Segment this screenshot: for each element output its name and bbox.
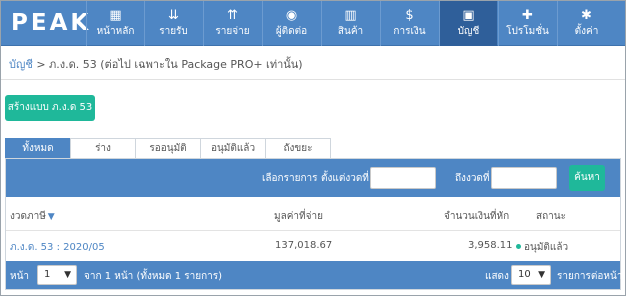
show-label: แสดง bbox=[485, 271, 509, 282]
nav-item-label: การเงิน bbox=[393, 26, 426, 37]
filter-select-label: เลือกรายการ bbox=[262, 173, 318, 184]
breadcrumb: บัญชี > ภ.ง.ด. 53 (ต่อไป เฉพาะใน Package… bbox=[9, 55, 303, 73]
status-badge: อนุมัติแล้ว bbox=[516, 240, 568, 255]
breadcrumb-accounting-link[interactable]: บัญชี bbox=[9, 58, 33, 71]
divider bbox=[1, 79, 625, 80]
nav-item-label: โปรโมชั่น bbox=[506, 26, 549, 37]
per-page-value: 10 bbox=[518, 269, 531, 280]
nav-item-products[interactable]: ▥ สินค้า bbox=[321, 1, 379, 46]
page-label: หน้า bbox=[10, 271, 30, 282]
money-icon: $ bbox=[405, 8, 414, 23]
breadcrumb-current: ภ.ง.ด. 53 (ต่อไป เฉพาะใน Package PRO+ เท… bbox=[49, 58, 303, 71]
nav-item-expense[interactable]: ⇈ รายจ่าย bbox=[203, 1, 261, 46]
status-label: อนุมัติแล้ว bbox=[524, 242, 569, 253]
pagination-summary: จาก 1 หน้า (ทั้งหมด 1 รายการ) bbox=[84, 271, 223, 282]
table-row[interactable]: ภ.ง.ด. 53 : 2020/05 137,018.67 3,958.11 … bbox=[6, 231, 620, 261]
withheld-header: จำนวนเงินที่หัก bbox=[444, 211, 510, 222]
product-icon: ▥ bbox=[344, 8, 357, 23]
nav-item-income[interactable]: ⇊ รายรับ bbox=[144, 1, 202, 46]
app-window: PEAK ▦ หน้าหลัก ⇊ รายรับ ⇈ รายจ่าย ◉ ผู้… bbox=[0, 0, 626, 296]
from-period-input[interactable] bbox=[370, 167, 436, 189]
chevron-down-icon: ▼ bbox=[47, 212, 55, 222]
briefcase-icon: ▣ bbox=[462, 8, 475, 23]
period-link[interactable]: ภ.ง.ด. 53 : 2020/05 bbox=[10, 240, 105, 255]
status-dot-icon bbox=[516, 243, 521, 249]
peak-logo[interactable]: PEAK bbox=[11, 10, 91, 36]
per-page-select[interactable]: 10 ▼ bbox=[511, 265, 551, 285]
income-icon: ⇊ bbox=[168, 8, 179, 23]
tab-awaiting-approval[interactable]: รออนุมัติ bbox=[135, 138, 201, 158]
tab-all[interactable]: ทั้งหมด bbox=[5, 138, 71, 159]
nav-item-accounting[interactable]: ▣ บัญชี bbox=[439, 1, 497, 46]
create-pnd53-button[interactable]: สร้างแบบ ภ.ง.ด 53 bbox=[5, 95, 95, 121]
pagination-bar: หน้า 1 ▼ จาก 1 หน้า (ทั้งหมด 1 รายการ) แส… bbox=[6, 261, 623, 289]
tab-draft[interactable]: ร่าง bbox=[70, 138, 136, 158]
nav-item-label: รายจ่าย bbox=[215, 26, 250, 37]
nav-item-settings[interactable]: ✱ ตั้งค่า bbox=[557, 1, 615, 46]
status-header: สถานะ bbox=[536, 211, 566, 222]
contact-icon: ◉ bbox=[285, 8, 298, 23]
chevron-down-icon: ▼ bbox=[538, 270, 545, 280]
document-list-panel: เลือกรายการ ตั้งแต่งวดที่ ถึงงวดที่ ค้นห… bbox=[5, 158, 623, 290]
tab-trash[interactable]: ถังขยะ bbox=[265, 138, 331, 158]
search-button[interactable]: ค้นหา bbox=[569, 165, 605, 191]
grid-icon: ▦ bbox=[109, 8, 122, 23]
chevron-down-icon: ▼ bbox=[64, 270, 71, 280]
gear-icon: ✱ bbox=[581, 8, 592, 23]
nav-item-finance[interactable]: $ การเงิน bbox=[380, 1, 438, 46]
to-period-input[interactable] bbox=[491, 167, 557, 189]
nav-item-label: ผู้ติดต่อ bbox=[275, 26, 308, 37]
nav-item-contacts[interactable]: ◉ ผู้ติดต่อ bbox=[262, 1, 320, 46]
period-header-label: งวดภาษี bbox=[10, 211, 46, 222]
page-select[interactable]: 1 ▼ bbox=[37, 265, 77, 285]
top-navigation: PEAK ▦ หน้าหลัก ⇊ รายรับ ⇈ รายจ่าย ◉ ผู้… bbox=[1, 1, 625, 46]
withheld-cell: 3,958.11 bbox=[468, 240, 513, 251]
sort-period-header[interactable]: งวดภาษี ▼ bbox=[10, 209, 55, 224]
tab-approved[interactable]: อนุมัติแล้ว bbox=[200, 138, 266, 158]
filter-bar: เลือกรายการ ตั้งแต่งวดที่ ถึงงวดที่ ค้นห… bbox=[6, 159, 620, 197]
nav-item-label: บัญชี bbox=[457, 26, 480, 37]
breadcrumb-separator: > bbox=[32, 58, 50, 71]
nav-item-label: รายรับ bbox=[159, 26, 188, 37]
nav-item-label: สินค้า bbox=[337, 26, 364, 37]
to-period-label: ถึงงวดที่ bbox=[455, 173, 490, 184]
nav-item-promotion[interactable]: ✚ โปรโมชั่น bbox=[498, 1, 556, 46]
nav-item-label: ตั้งค่า bbox=[574, 26, 599, 37]
amount-header: มูลค่าที่จ่าย bbox=[274, 211, 323, 222]
per-page-label: รายการต่อหน้า bbox=[557, 271, 623, 282]
nav-item-home[interactable]: ▦ หน้าหลัก bbox=[86, 1, 144, 46]
page-select-value: 1 bbox=[44, 269, 51, 280]
from-period-label: ตั้งแต่งวดที่ bbox=[321, 173, 369, 184]
nav-item-label: หน้าหลัก bbox=[96, 26, 135, 37]
table-header: งวดภาษี ▼ มูลค่าที่จ่าย จำนวนเงินที่หัก ส… bbox=[6, 197, 620, 231]
amount-cell: 137,018.67 bbox=[275, 240, 333, 251]
gift-icon: ✚ bbox=[522, 8, 533, 23]
expense-icon: ⇈ bbox=[227, 8, 238, 23]
